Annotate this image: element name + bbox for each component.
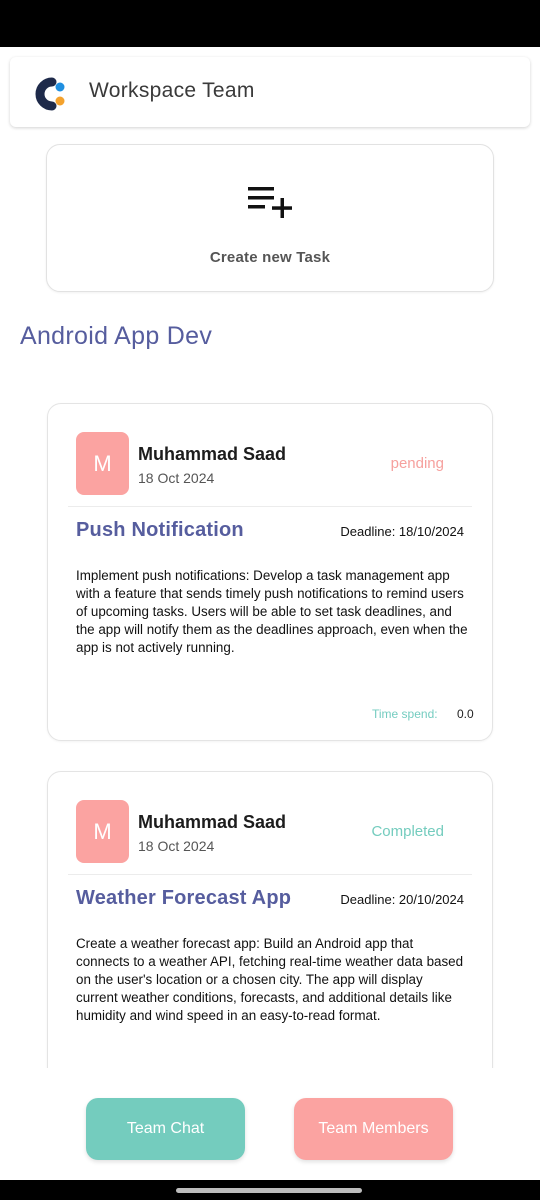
- time-spend-label: Time spend:: [372, 707, 438, 721]
- user-name: Muhammad Saad: [138, 444, 287, 464]
- task-title: Push Notification: [76, 519, 244, 541]
- create-task-label: Create new Task: [209, 249, 331, 266]
- home-indicator[interactable]: [176, 1188, 362, 1193]
- divider: [68, 874, 472, 875]
- task-date: 18 Oct 2024: [138, 470, 215, 486]
- task-title: Weather Forecast App: [76, 887, 292, 909]
- task-description: Implement push notifications: Develop a …: [76, 568, 468, 655]
- app-header: Workspace Team: [10, 57, 530, 127]
- time-spend-value: 0.0: [457, 707, 474, 721]
- task-deadline: Deadline: 18/10/2024: [340, 524, 464, 539]
- create-task-button[interactable]: Create new Task: [46, 144, 494, 292]
- task-card[interactable]: M Muhammad Saad 18 Oct 2024 Completed We…: [47, 771, 493, 1068]
- navigation-bar: [0, 1180, 540, 1200]
- divider: [68, 506, 472, 507]
- status-badge: pending: [390, 455, 444, 472]
- task-card[interactable]: M Muhammad Saad 18 Oct 2024 pending Push…: [47, 403, 493, 741]
- team-chat-button[interactable]: Team Chat: [86, 1098, 245, 1160]
- avatar: M: [76, 432, 129, 495]
- workspace-logo-icon: [35, 77, 65, 111]
- team-members-button[interactable]: Team Members: [294, 1098, 453, 1160]
- project-title: Android App Dev: [20, 322, 213, 350]
- task-date: 18 Oct 2024: [138, 838, 215, 854]
- playlist-add-icon: [248, 187, 292, 218]
- task-deadline: Deadline: 20/10/2024: [340, 892, 464, 907]
- status-bar: [0, 0, 540, 47]
- status-badge: Completed: [371, 823, 444, 840]
- task-description: Create a weather forecast app: Build an …: [76, 936, 464, 1023]
- workspace-title: Workspace Team: [89, 79, 255, 102]
- avatar: M: [76, 800, 129, 863]
- task-list[interactable]: M Muhammad Saad 18 Oct 2024 pending Push…: [0, 380, 540, 1068]
- user-name: Muhammad Saad: [138, 812, 287, 832]
